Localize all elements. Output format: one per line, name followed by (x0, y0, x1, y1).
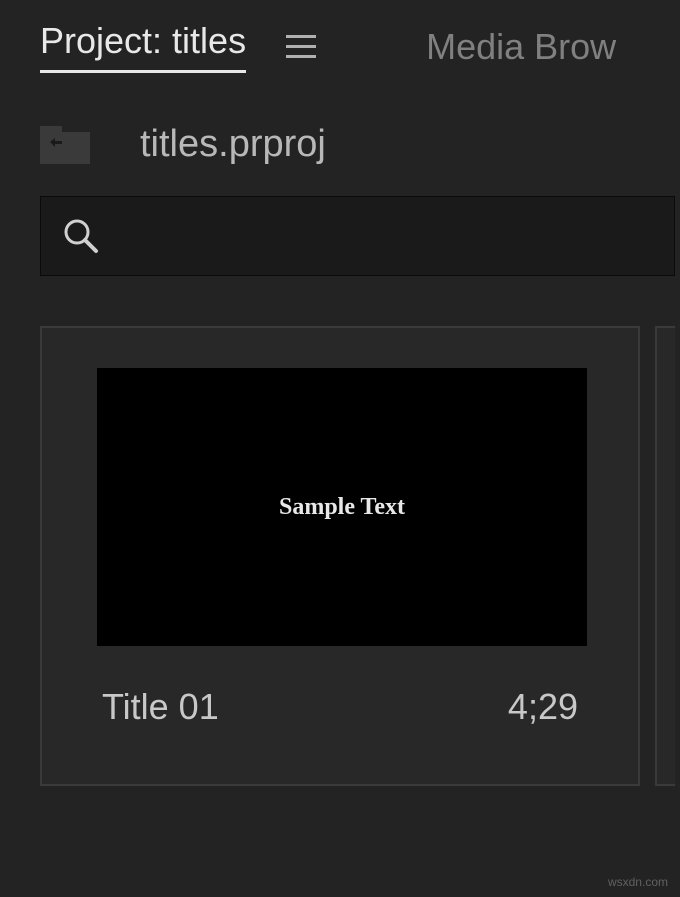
search-icon (61, 216, 101, 256)
project-info-row: titles.prproj (0, 73, 680, 196)
bin-item-thumbnail[interactable]: Sample Text (97, 368, 587, 646)
bin-item-label-row: Title 01 4;29 (97, 686, 583, 728)
bin-item-duration: 4;29 (508, 686, 578, 728)
project-filename: titles.prproj (140, 123, 326, 166)
tab-project[interactable]: Project: titles (40, 20, 246, 73)
bin-item[interactable]: Sample Text Title 01 4;29 (40, 326, 640, 786)
bin-item-partial[interactable] (655, 326, 675, 786)
panel-tab-bar: Project: titles Media Brow (0, 0, 680, 73)
search-input[interactable] (40, 196, 675, 276)
folder-up-icon[interactable] (40, 126, 90, 164)
project-bin-area: Sample Text Title 01 4;29 (40, 326, 680, 786)
bin-item-name[interactable]: Title 01 (102, 686, 219, 728)
tab-media-browser[interactable]: Media Brow (426, 26, 616, 68)
thumbnail-preview-text: Sample Text (279, 494, 405, 521)
watermark: wsxdn.com (608, 875, 668, 889)
panel-menu-icon[interactable] (286, 35, 316, 58)
